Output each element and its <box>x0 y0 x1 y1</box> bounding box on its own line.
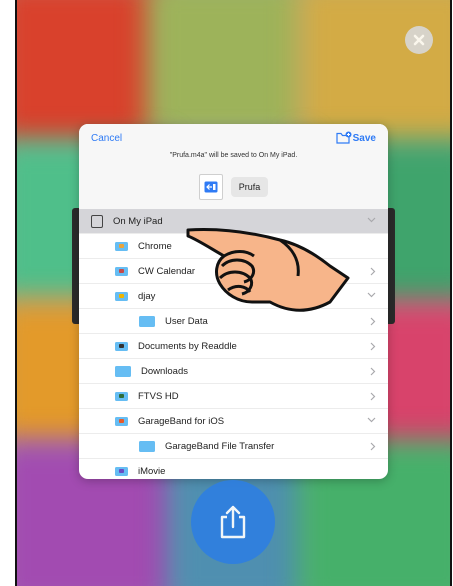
chevron-right-icon <box>370 317 376 326</box>
new-folder-icon <box>336 131 352 144</box>
share-button[interactable] <box>191 480 275 564</box>
folder-icon <box>139 440 155 452</box>
list-item-label: Chrome <box>138 240 172 252</box>
chevron-right-icon <box>370 342 376 351</box>
close-icon <box>413 34 425 46</box>
chevron-down-icon <box>367 217 376 223</box>
chevron-right-icon <box>370 442 376 451</box>
chevron-down-icon <box>367 292 376 298</box>
list-item[interactable]: FTVS HD <box>79 384 388 409</box>
cancel-button[interactable]: Cancel <box>91 133 122 144</box>
list-item-label: FTVS HD <box>138 390 179 402</box>
new-folder-button[interactable] <box>336 131 352 149</box>
list-item-label: GarageBand for iOS <box>138 415 225 427</box>
folder-icon <box>115 365 131 377</box>
chevron-right-icon <box>370 367 376 376</box>
list-item[interactable]: Downloads <box>79 359 388 384</box>
list-item[interactable]: GarageBand for iOS <box>79 409 388 434</box>
cw-calendar-folder-icon <box>115 266 128 276</box>
chevron-right-icon <box>370 392 376 401</box>
save-button[interactable]: Save <box>353 133 376 144</box>
audio-file-icon <box>198 174 223 200</box>
background-tile <box>147 0 307 140</box>
list-item-label: Documents by Readdle <box>138 340 237 352</box>
list-item[interactable]: Documents by Readdle <box>79 334 388 359</box>
folder-icon <box>139 315 155 327</box>
save-destination-message: "Prufa.m4a" will be saved to On My iPad. <box>169 152 298 159</box>
background-window-edge <box>388 208 395 324</box>
djay-folder-icon <box>115 291 128 301</box>
imovie-folder-icon <box>115 466 128 476</box>
list-item-label: iMovie <box>138 465 166 477</box>
ipad-icon <box>91 214 103 228</box>
list-item[interactable]: iMovie <box>79 459 388 479</box>
list-item-label: djay <box>138 290 156 302</box>
list-item-label: Downloads <box>141 365 188 377</box>
screen-frame: Cancel Save "Prufa.m4a" will be saved to… <box>0 0 453 586</box>
sheet-header: Cancel Save "Prufa.m4a" will be saved to… <box>79 124 388 209</box>
chevron-right-icon <box>370 267 376 276</box>
list-item-label: On My iPad <box>113 215 163 227</box>
file-name-field[interactable]: Prufa <box>230 177 269 197</box>
background-window-edge <box>72 208 79 324</box>
close-button[interactable] <box>405 26 433 54</box>
share-icon <box>220 505 246 539</box>
pointing-hand-icon <box>186 228 350 312</box>
chevron-down-icon <box>367 417 376 423</box>
file-preview: Prufa <box>79 174 388 200</box>
list-item-label: GarageBand File Transfer <box>165 440 275 452</box>
list-item[interactable]: GarageBand File Transfer <box>79 434 388 459</box>
chrome-folder-icon <box>115 241 128 251</box>
documents-folder-icon <box>115 341 128 351</box>
garageband-folder-icon <box>115 416 128 426</box>
ftvs-folder-icon <box>115 391 128 401</box>
